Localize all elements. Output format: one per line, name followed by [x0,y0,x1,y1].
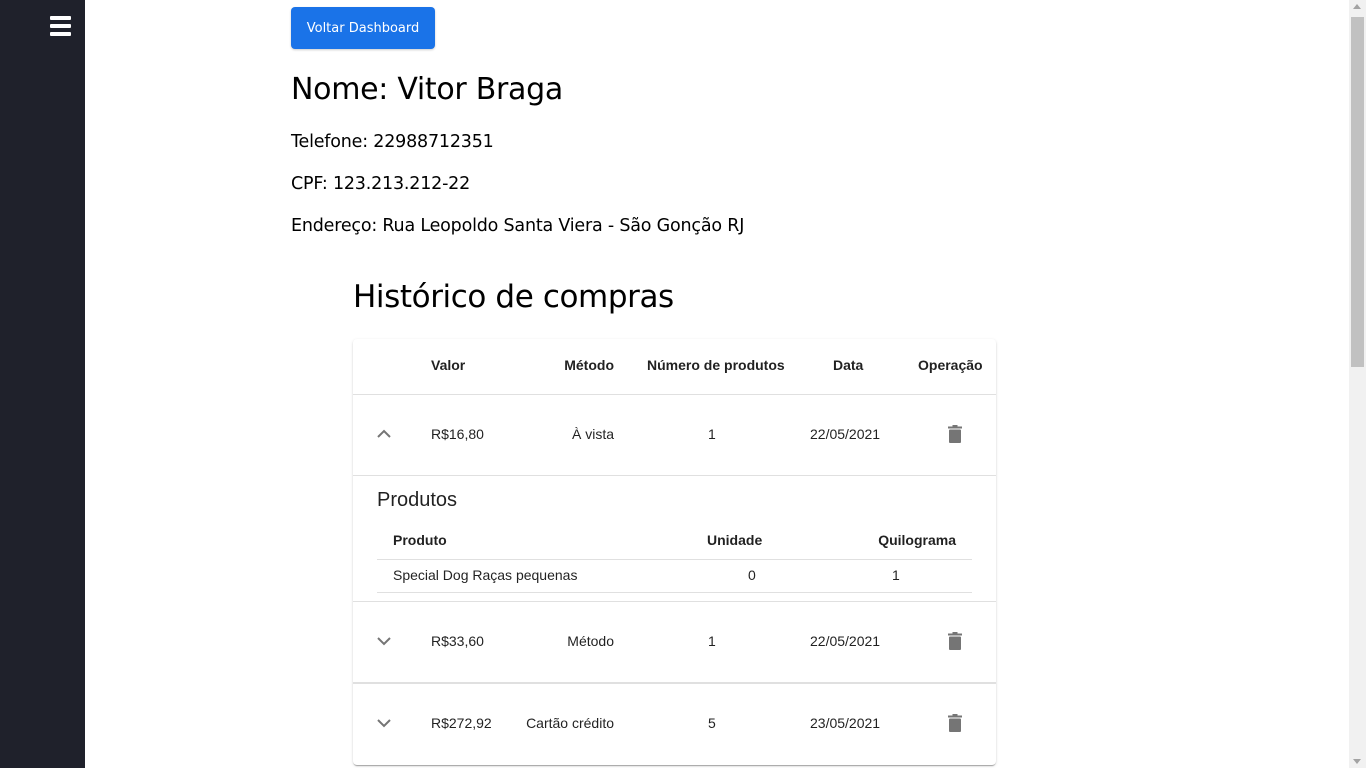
row-data: 23/05/2021 [810,715,881,731]
product-unidade: 0 [748,567,756,583]
row-divider [353,601,996,602]
customer-phone: Telefone: 22988712351 [291,132,494,152]
product-name: Special Dog Raças pequenas [393,567,578,583]
purchase-history-title: Histórico de compras [353,279,674,315]
row-divider [353,682,996,684]
row-divider [353,475,996,476]
page-scrollbar[interactable] [1349,0,1366,768]
chevron-up-icon[interactable] [377,429,391,439]
products-header-unidade: Unidade [707,532,763,548]
row-metodo: À vista [571,426,614,442]
row-valor: R$16,80 [431,426,484,442]
scroll-thumb[interactable] [1351,17,1364,367]
purchase-history-table: Valor Método Número de produtos Data Ope… [353,339,996,765]
row-numero: 5 [708,715,716,731]
chevron-down-icon[interactable] [377,636,391,646]
customer-cpf: CPF: 123.213.212-22 [291,174,471,194]
customer-address: Endereço: Rua Leopoldo Santa Viera - São… [291,216,745,236]
row-numero: 1 [708,633,716,649]
column-header-data: Data [833,357,864,373]
trash-icon[interactable] [948,425,962,443]
product-quilograma: 1 [892,567,900,583]
sidebar [0,0,85,768]
column-header-valor: Valor [431,357,466,373]
column-header-operacao: Operação [918,357,983,373]
products-header-produto: Produto [393,532,447,548]
chevron-down-icon[interactable] [377,718,391,728]
row-metodo: Cartão crédito [526,715,614,731]
trash-icon[interactable] [948,632,962,650]
back-to-dashboard-button[interactable]: Voltar Dashboard [291,7,435,49]
products-header-quilograma: Quilograma [878,532,956,548]
trash-icon[interactable] [948,714,962,732]
products-header-divider [377,559,972,560]
row-data: 22/05/2021 [810,633,881,649]
scroll-down-arrow-icon[interactable] [1353,759,1361,764]
column-header-numero-produtos: Número de produtos [647,357,785,373]
products-title: Produtos [377,489,458,511]
row-metodo: Método [567,633,614,649]
row-numero: 1 [708,426,716,442]
row-valor: R$272,92 [431,715,492,731]
row-valor: R$33,60 [431,633,484,649]
column-header-metodo: Método [564,357,614,373]
scroll-up-arrow-icon[interactable] [1353,4,1361,9]
hamburger-menu-icon[interactable] [50,16,71,36]
customer-name: Nome: Vitor Braga [291,72,563,107]
products-row-divider [377,592,972,593]
header-divider [353,394,996,395]
row-data: 22/05/2021 [810,426,881,442]
